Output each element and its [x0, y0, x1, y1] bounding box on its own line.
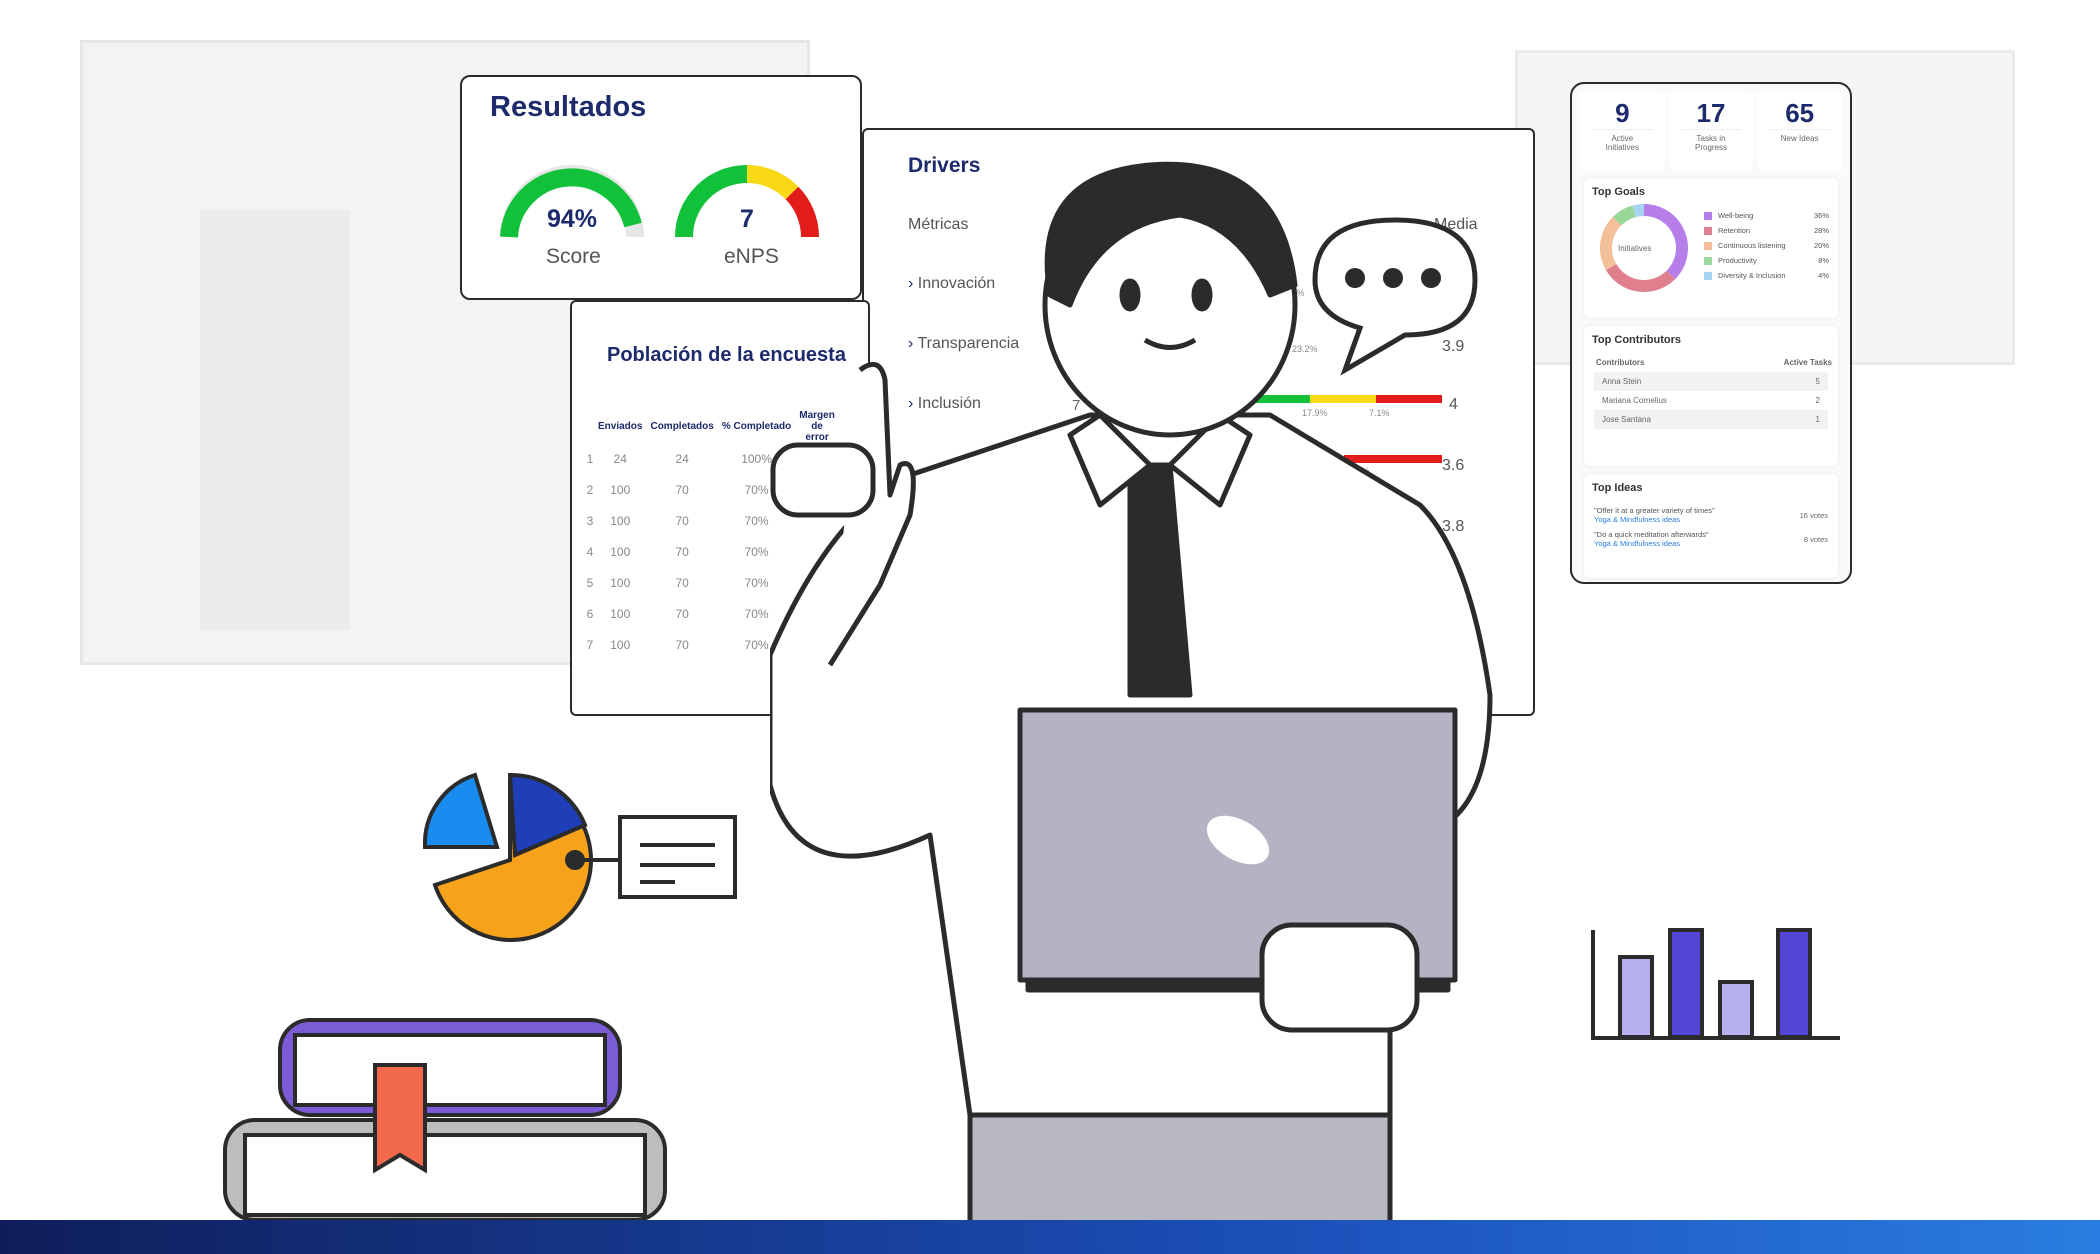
table-cell: 70 [675, 544, 689, 559]
top-ideas-title: Top Ideas [1592, 482, 1643, 494]
contributor-tasks: 5 [1815, 377, 1820, 386]
legend-item: Retention 28% [1704, 223, 1829, 238]
stat-label: New Ideas [1780, 134, 1819, 143]
contributor-name: Jose Santana [1602, 415, 1651, 424]
legend-swatch [1704, 226, 1712, 235]
table-cell: 24 [675, 451, 689, 466]
contributor-name: Mariana Cornelius [1602, 396, 1667, 405]
legend-pct: 4% [1818, 271, 1829, 280]
legend-pct: 28% [1813, 226, 1829, 235]
table-cell: 5 [586, 575, 594, 590]
col-active-tasks: Active Tasks [1783, 358, 1832, 367]
hand-on-laptop [1259, 922, 1420, 1033]
score-value: 94% [547, 205, 598, 233]
idea-item[interactable]: "Do a quick meditation afterwards" Yoga &… [1594, 530, 1828, 548]
donut-slice [1605, 263, 1676, 292]
legend-pct: 8% [1818, 256, 1829, 265]
table-cell: 4 [586, 544, 594, 559]
contributor-row: Anna Stein 5 [1594, 372, 1828, 391]
idea-tag-link[interactable]: Yoga & Mindfulness ideas [1594, 515, 1715, 524]
table-cell: 100 [610, 637, 631, 652]
table-cell: 70 [675, 575, 689, 590]
books-icon [223, 1018, 667, 1222]
donut-slice [1632, 204, 1645, 218]
legend-label: Productivity [1718, 256, 1757, 265]
idea-item[interactable]: "Offer it at a greater variety of times"… [1594, 506, 1828, 524]
table-cell: 100 [610, 482, 631, 497]
legend-label: Diversity & Inclusion [1718, 271, 1786, 280]
pie-chart-icon [422, 772, 737, 942]
table-cell: 24 [613, 451, 627, 466]
stat-tile: 9 Active Initiatives [1580, 92, 1665, 170]
stat-label: Tasks in Progress [1695, 134, 1728, 152]
enps-value: 7 [740, 205, 754, 233]
legend-item: Continuous listening 20% [1704, 238, 1829, 253]
right-eye [1191, 278, 1213, 312]
table-cell: 7 [586, 637, 594, 652]
legs [967, 1112, 1393, 1225]
legend-label: Continuous listening [1718, 241, 1786, 250]
idea-quote: "Do a quick meditation afterwards" [1594, 530, 1709, 539]
table-cell: 70 [675, 513, 689, 528]
stat-tile: 65 New Ideas [1757, 92, 1843, 170]
score-label: Score [546, 245, 601, 268]
table-cell: 1 [586, 451, 594, 466]
resultados-title: Resultados [490, 91, 647, 123]
donut-center-label: Initiatives [1618, 244, 1652, 253]
top-goals-title: Top Goals [1592, 186, 1645, 198]
idea-votes: 16 votes [1799, 510, 1828, 520]
contributor-tasks: 1 [1815, 415, 1820, 424]
donut-slice [1600, 216, 1622, 270]
idea-votes: 8 votes [1803, 534, 1828, 544]
donut-slice [1643, 204, 1688, 280]
speech-bubble-icon [1312, 217, 1478, 376]
top-ideas-section: Top Ideas "Offer it at a greater variety… [1584, 474, 1838, 578]
stat-value: 17 [1680, 98, 1742, 130]
contributor-row: Mariana Cornelius 2 [1594, 391, 1828, 410]
legend-swatch [1704, 241, 1712, 250]
top-contributors-section: Top Contributors Contributors Active Tas… [1584, 326, 1838, 466]
stat-value: 9 [1592, 98, 1653, 130]
legend-label: Retention [1718, 226, 1751, 235]
stat-label: Active Initiatives [1605, 134, 1640, 152]
fist [770, 442, 876, 518]
table-cell: 100 [610, 575, 631, 590]
idea-quote: "Offer it at a greater variety of times" [1594, 506, 1715, 515]
bottom-gradient-bar [0, 1220, 2100, 1254]
col-contributors: Contributors [1596, 358, 1645, 367]
legend-item: Well-being 36% [1704, 208, 1829, 223]
contributor-name: Anna Stein [1602, 377, 1642, 386]
legend-swatch [1704, 271, 1712, 280]
bar-chart-icon [1591, 928, 1840, 1040]
legend-item: Productivity 8% [1704, 253, 1829, 268]
legend-label: Well-being [1718, 211, 1754, 220]
legend-swatch [1704, 256, 1712, 265]
dashboard-panel: 9 Active Initiatives 17 Tasks in Progress 65… [1570, 82, 1852, 584]
table-cell: 70 [675, 482, 689, 497]
legend-pct: 20% [1813, 241, 1829, 250]
table-cell: 6 [586, 606, 594, 621]
background-building [200, 210, 350, 630]
contributor-row: Jose Santana 1 [1594, 410, 1828, 429]
donut-slice [1612, 205, 1637, 226]
table-cell: 100 [610, 544, 631, 559]
table-cell: 3 [586, 513, 594, 528]
table-cell: 100 [610, 606, 631, 621]
table-cell: 100 [610, 513, 631, 528]
table-cell: 70 [675, 606, 689, 621]
top-goals-section: Top Goals Initiatives Well-being 36% Reten… [1584, 178, 1838, 318]
legend-item: Diversity & Inclusion 4% [1704, 268, 1829, 283]
stat-value: 65 [1769, 98, 1831, 130]
left-eye [1119, 278, 1141, 312]
contributor-tasks: 2 [1815, 396, 1820, 405]
table-cell: 70 [675, 637, 689, 652]
stat-tile: 17 Tasks in Progress [1668, 92, 1754, 170]
table-cell: 2 [586, 482, 594, 497]
legend-swatch [1704, 211, 1712, 220]
top-contributors-title: Top Contributors [1592, 334, 1681, 346]
idea-tag-link[interactable]: Yoga & Mindfulness ideas [1594, 539, 1709, 548]
legend-pct: 36% [1813, 211, 1829, 220]
